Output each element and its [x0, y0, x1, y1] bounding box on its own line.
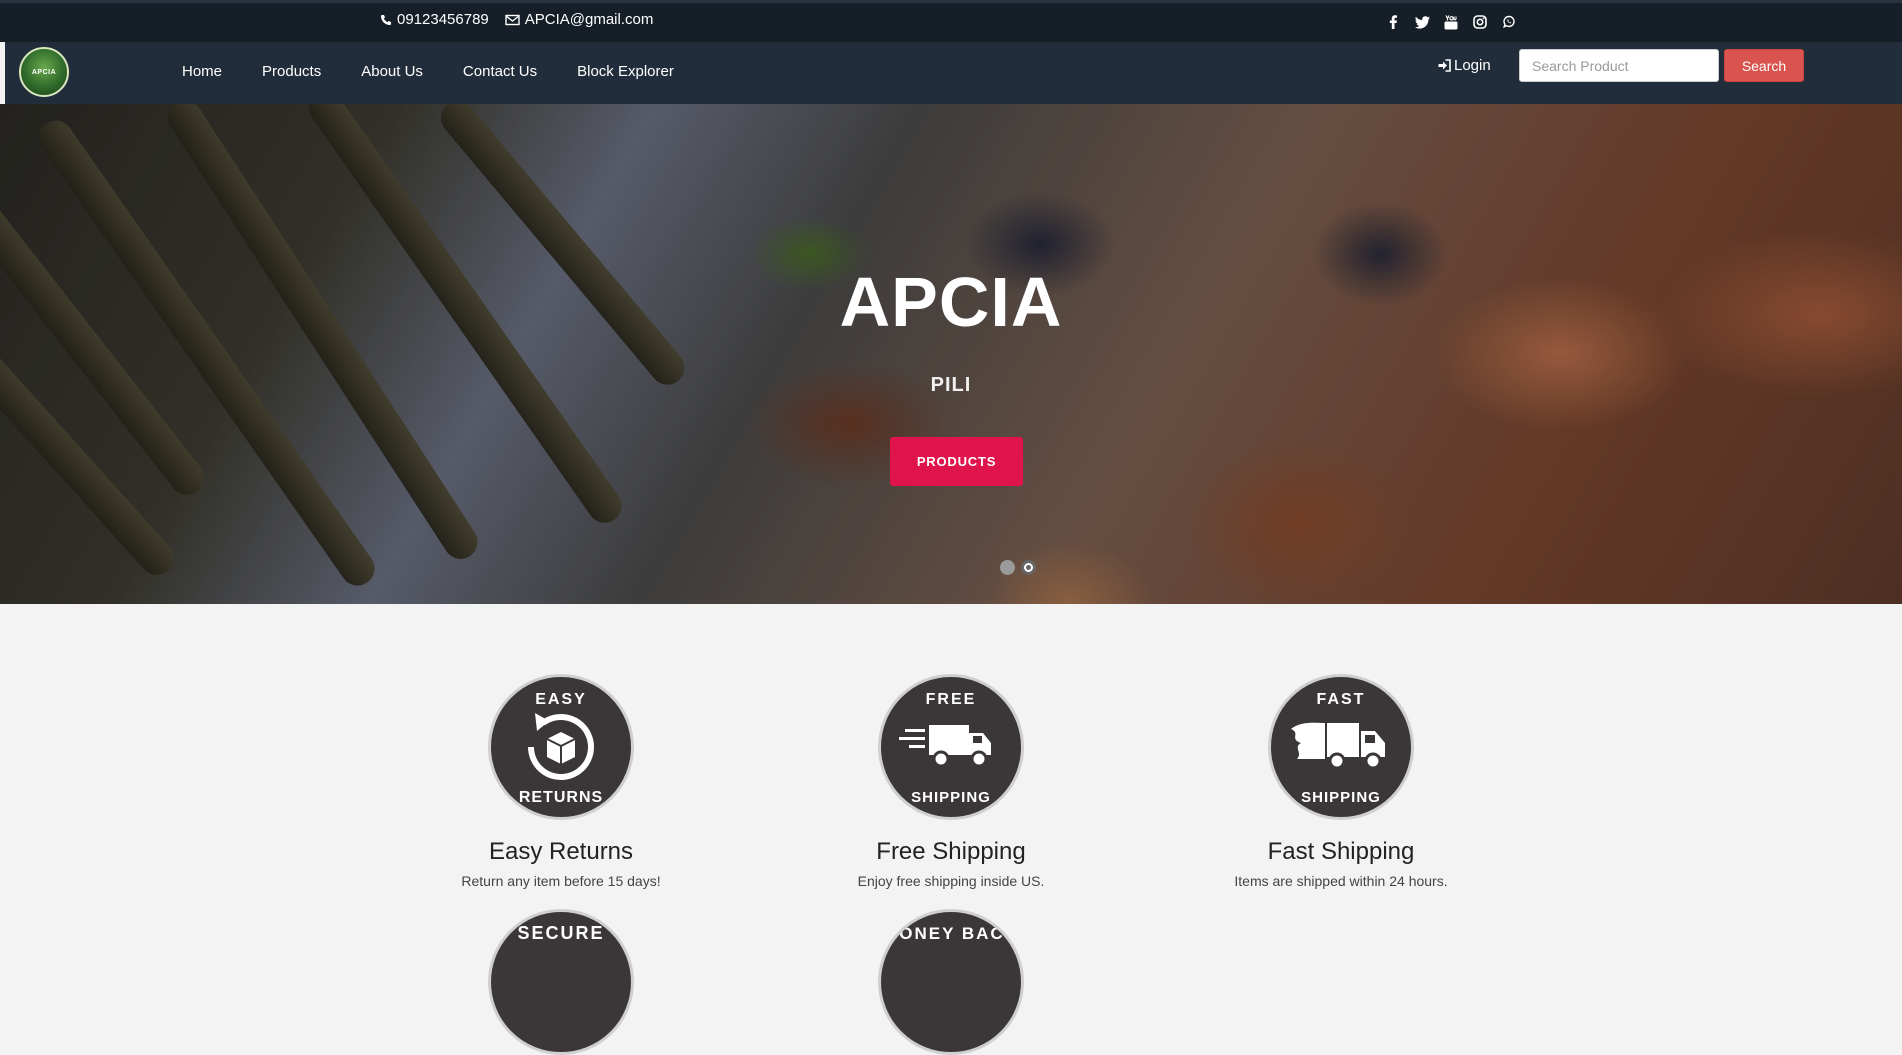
badge-top-text: SECURE — [517, 923, 604, 943]
whatsapp-icon[interactable] — [1501, 14, 1517, 30]
instagram-icon[interactable] — [1472, 14, 1488, 30]
nav-block-explorer[interactable]: Block Explorer — [577, 63, 674, 80]
money-back-badge: MONEY BACK — [878, 909, 1024, 1055]
hero-title: APCIA — [839, 263, 1063, 341]
email-contact[interactable]: APCIA@gmail.com — [505, 11, 654, 28]
main-navbar: APCIA Home Products About Us Contact Us … — [5, 42, 1902, 104]
feature-secure: SECURE — [421, 909, 701, 1055]
badge-top-text: FAST — [1317, 691, 1366, 708]
social-links — [1385, 14, 1517, 30]
feature-easy-returns: EASY RETURNS Easy Returns Return any ite… — [421, 674, 701, 889]
email-address: APCIA@gmail.com — [524, 11, 654, 28]
badge-bottom-text: SHIPPING — [1301, 789, 1381, 806]
youtube-icon[interactable] — [1443, 14, 1459, 30]
feature-money-back: MONEY BACK — [811, 909, 1091, 1055]
hero-carousel: APCIA PILI PRODUCTS — [0, 104, 1902, 604]
products-button[interactable]: PRODUCTS — [890, 437, 1023, 486]
top-contact-bar: 09123456789 APCIA@gmail.com — [0, 0, 1902, 42]
envelope-icon — [505, 14, 520, 25]
hero-subtitle: PILI — [930, 374, 972, 396]
feature-title: Fast Shipping — [1267, 838, 1415, 865]
phone-number: 09123456789 — [397, 11, 489, 28]
nav-links: Home Products About Us Contact Us Block … — [182, 63, 674, 80]
carousel-indicators — [1000, 560, 1036, 575]
twitter-icon[interactable] — [1414, 14, 1430, 30]
carousel-dot-2-active[interactable] — [1021, 560, 1036, 575]
truck-icon — [899, 725, 991, 768]
secure-badge: SECURE — [488, 909, 634, 1055]
feature-title: Easy Returns — [488, 838, 634, 865]
badge-top-text: FREE — [926, 691, 977, 708]
login-link[interactable]: Login — [1438, 57, 1491, 74]
search-input[interactable] — [1519, 49, 1719, 82]
nav-home[interactable]: Home — [182, 63, 222, 80]
hero-overlay — [0, 104, 1902, 604]
feature-title: Free Shipping — [876, 838, 1026, 865]
sign-in-icon — [1438, 59, 1451, 72]
easy-returns-badge: EASY RETURNS — [488, 674, 634, 820]
phone-icon — [381, 14, 391, 25]
facebook-icon[interactable] — [1385, 14, 1401, 30]
fast-truck-icon — [1291, 722, 1385, 770]
login-label: Login — [1454, 57, 1491, 74]
feature-description: Enjoy free shipping inside US. — [857, 873, 1045, 889]
feature-free-shipping: FREE SHIPPING Free Shipping Enjoy free s… — [811, 674, 1091, 889]
nav-contact-us[interactable]: Contact Us — [463, 63, 537, 80]
carousel-dot-1[interactable] — [1000, 560, 1015, 575]
badge-bottom-text: SHIPPING — [911, 789, 991, 806]
site-logo[interactable]: APCIA — [19, 47, 69, 97]
fast-shipping-badge: FAST SHIPPING — [1268, 674, 1414, 820]
nav-products[interactable]: Products — [262, 63, 321, 80]
search-button[interactable]: Search — [1724, 49, 1804, 82]
badge-top-text: MONEY BACK — [883, 924, 1019, 943]
contact-info: 09123456789 APCIA@gmail.com — [380, 11, 653, 28]
nav-about-us[interactable]: About Us — [361, 63, 423, 80]
free-shipping-badge: FREE SHIPPING — [878, 674, 1024, 820]
feature-fast-shipping: FAST SHIPPING Fast Shipping Items are sh… — [1201, 674, 1481, 889]
badge-bottom-text: RETURNS — [519, 789, 603, 806]
logo-text: APCIA — [31, 69, 57, 76]
feature-description: Items are shipped within 24 hours. — [1234, 873, 1448, 889]
badge-top-text: EASY — [535, 691, 587, 708]
phone-contact[interactable]: 09123456789 — [380, 11, 489, 28]
feature-description: Return any item before 15 days! — [461, 873, 661, 889]
